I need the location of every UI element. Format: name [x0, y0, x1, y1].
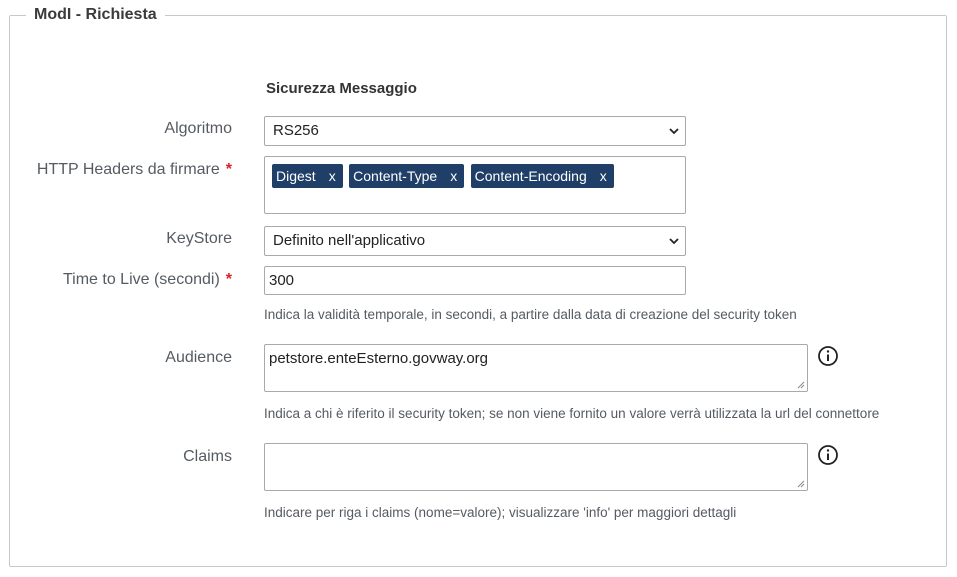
- ttl-input[interactable]: 300: [264, 266, 686, 295]
- headers-label: HTTP Headers da firmare *: [36, 161, 232, 178]
- tag-content-encoding: Content-Encoding x: [470, 164, 614, 188]
- tag-content-type: Content-Type x: [349, 164, 465, 188]
- resize-grip-icon[interactable]: [796, 479, 805, 488]
- tag-remove-button[interactable]: x: [326, 164, 339, 188]
- section-title: Sicurezza Messaggio: [266, 80, 417, 97]
- ttl-help-text: Indica la validità temporale, in secondi…: [264, 307, 797, 322]
- resize-grip-icon[interactable]: [796, 380, 805, 389]
- tag-label: Content-Type: [353, 168, 438, 184]
- tag-digest: Digest x: [272, 164, 343, 188]
- audience-label: Audience: [165, 349, 232, 366]
- ttl-label: Time to Live (secondi) *: [62, 271, 232, 288]
- keystore-select-value: Definito nell'applicativo: [273, 232, 426, 249]
- audience-value: petstore.enteEsterno.govway.org: [269, 350, 489, 367]
- algoritmo-select[interactable]: RS256: [264, 116, 686, 146]
- info-circle-icon[interactable]: [817, 444, 839, 466]
- keystore-select[interactable]: Definito nell'applicativo: [264, 226, 686, 256]
- tag-label: Digest: [276, 168, 316, 184]
- chevron-down-icon: [669, 128, 679, 135]
- required-mark: *: [225, 271, 232, 288]
- claims-label: Claims: [183, 448, 232, 465]
- tag-label: Content-Encoding: [474, 168, 587, 184]
- tag-remove-button[interactable]: x: [597, 164, 610, 188]
- claims-textarea[interactable]: [264, 443, 808, 491]
- required-mark: *: [225, 161, 232, 178]
- audience-help-text: Indica a chi è riferito il security toke…: [264, 406, 880, 421]
- chevron-down-icon: [669, 238, 679, 245]
- claims-help-text: Indicare per riga i claims (nome=valore)…: [264, 505, 737, 520]
- algoritmo-select-value: RS256: [273, 122, 319, 139]
- panel-legend: ModI - Richiesta: [34, 6, 157, 23]
- info-circle-icon[interactable]: [817, 345, 839, 367]
- tag-remove-button[interactable]: x: [447, 164, 460, 188]
- keystore-label: KeyStore: [166, 230, 232, 247]
- ttl-input-value: 300: [269, 272, 295, 289]
- headers-tag-input[interactable]: Digest x Content-Type x Content-Encoding x: [264, 156, 686, 214]
- audience-textarea[interactable]: petstore.enteEsterno.govway.org: [264, 344, 808, 392]
- algoritmo-label: Algoritmo: [164, 120, 232, 137]
